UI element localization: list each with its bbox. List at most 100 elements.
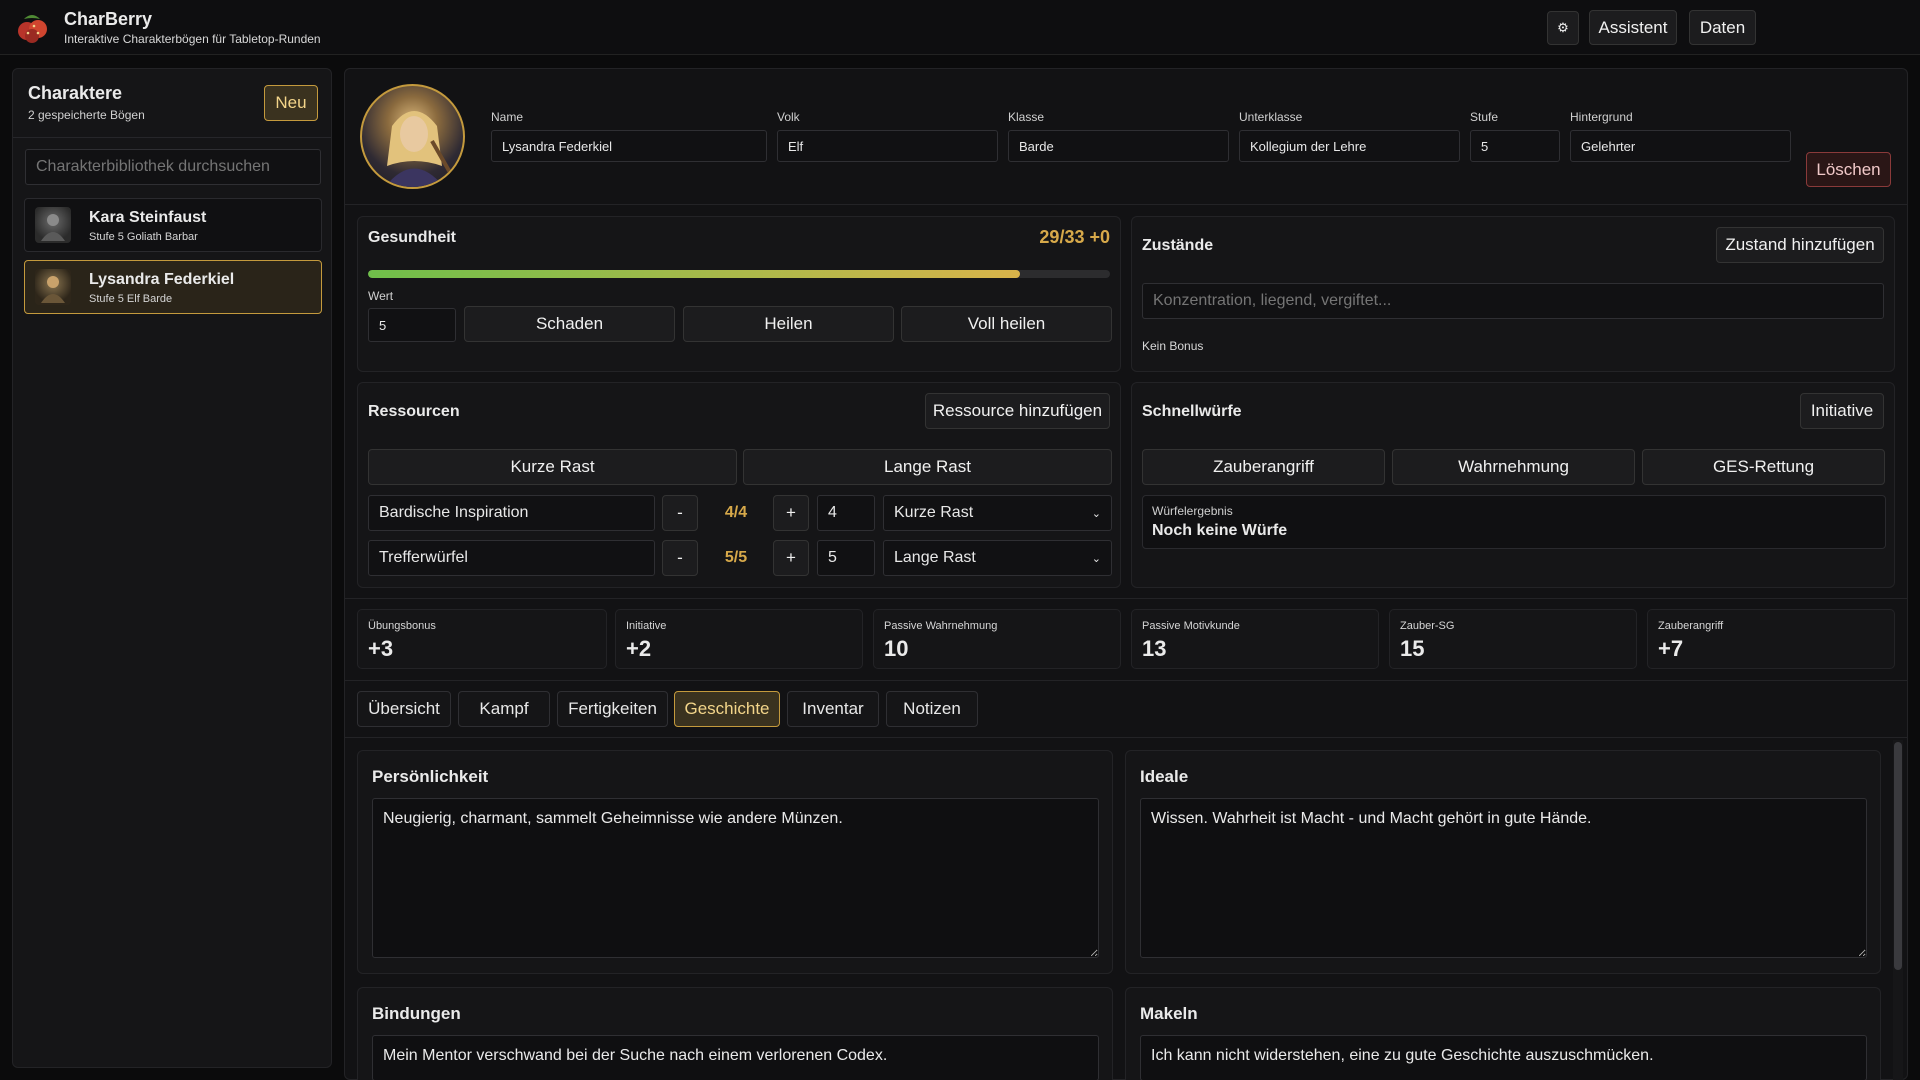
stat-value: +7 <box>1658 636 1684 661</box>
heal-button[interactable]: Heilen <box>683 306 894 342</box>
dex-save-roll-button[interactable]: GES-Rettung <box>1642 449 1885 485</box>
character-card-lysandra[interactable]: Lysandra Federkiel Stufe 5 Elf Barde <box>24 260 322 314</box>
resource-increment-button[interactable]: + <box>773 540 809 576</box>
initiative-roll-button[interactable]: Initiative <box>1800 393 1884 429</box>
data-button[interactable]: Daten <box>1689 10 1756 45</box>
library-search-input[interactable] <box>25 149 321 185</box>
sidebar-title: Charaktere <box>28 83 123 103</box>
resources-title: Ressourcen <box>368 403 460 420</box>
assistant-button[interactable]: Assistent <box>1589 10 1677 45</box>
avatar <box>35 269 71 305</box>
field-label-background: Hintergrund <box>1570 110 1633 124</box>
health-title: Gesundheit <box>368 229 457 246</box>
resource-decrement-button[interactable]: - <box>662 540 698 576</box>
resource-reset-select[interactable]: Lange Rast ⌄ <box>883 540 1112 576</box>
health-bar <box>368 270 1110 278</box>
ideals-textarea[interactable]: Wissen. Wahrheit ist Macht - und Macht g… <box>1140 798 1867 958</box>
ideals-title: Ideale <box>1140 767 1189 786</box>
resource-count: 5/5 <box>724 549 748 566</box>
content-scrollbar[interactable] <box>1893 740 1903 1080</box>
stat-initiative: Initiative +2 <box>615 609 863 669</box>
full-heal-button[interactable]: Voll heilen <box>901 306 1112 342</box>
conditions-input[interactable] <box>1142 283 1884 319</box>
short-rest-button[interactable]: Kurze Rast <box>368 449 737 485</box>
resource-decrement-button[interactable]: - <box>662 495 698 531</box>
tab-overview[interactable]: Übersicht <box>357 691 451 727</box>
delete-button[interactable]: Löschen <box>1806 152 1891 187</box>
stat-label: Initiative <box>626 620 667 632</box>
stat-value: +2 <box>626 636 652 661</box>
sidebar-count: 2 gespeicherte Bögen <box>28 108 145 122</box>
stat-spell-attack: Zauberangriff +7 <box>1647 609 1895 669</box>
character-name: Kara Steinfaust <box>89 209 207 226</box>
app-header: CharBerry Interaktive Charakterbögen für… <box>0 0 1920 55</box>
stat-value: 15 <box>1400 636 1425 661</box>
field-label-race: Volk <box>777 110 800 124</box>
scrollbar-thumb[interactable] <box>1894 742 1902 970</box>
character-desc: Stufe 5 Goliath Barbar <box>89 231 198 243</box>
damage-button[interactable]: Schaden <box>464 306 675 342</box>
ideals-card: Ideale Wissen. Wahrheit ist Macht - und … <box>1125 750 1881 974</box>
add-resource-button[interactable]: Ressource hinzufügen <box>925 393 1110 429</box>
resource-name-input[interactable] <box>368 540 655 576</box>
tab-skills[interactable]: Fertigkeiten <box>557 691 668 727</box>
bonds-card: Bindungen Mein Mentor verschwand bei der… <box>357 987 1113 1080</box>
tab-story[interactable]: Geschichte <box>674 691 780 727</box>
conditions-panel: Zustände Zustand hinzufügen Kein Bonus <box>1131 216 1895 372</box>
name-field[interactable] <box>491 130 767 162</box>
spell-attack-roll-button[interactable]: Zauberangriff <box>1142 449 1385 485</box>
background-field[interactable] <box>1570 130 1791 162</box>
subclass-field[interactable] <box>1239 130 1460 162</box>
bonds-textarea[interactable]: Mein Mentor verschwand bei der Suche nac… <box>372 1035 1099 1080</box>
stat-value: 13 <box>1142 636 1167 661</box>
long-rest-button[interactable]: Lange Rast <box>743 449 1112 485</box>
app-name: CharBerry <box>64 9 153 29</box>
avatar <box>35 207 71 243</box>
tab-inventory[interactable]: Inventar <box>787 691 879 727</box>
stats-divider-top <box>345 598 1907 599</box>
tab-notes[interactable]: Notizen <box>886 691 978 727</box>
tab-combat[interactable]: Kampf <box>458 691 550 727</box>
app-logo <box>14 9 50 45</box>
character-card-kara[interactable]: Kara Steinfaust Stufe 5 Goliath Barbar <box>24 198 322 252</box>
app-subtitle: Interaktive Charakterbögen für Tabletop-… <box>64 32 321 46</box>
flaws-title: Makeln <box>1140 1004 1198 1023</box>
perception-roll-button[interactable]: Wahrnehmung <box>1392 449 1635 485</box>
field-label-level: Stufe <box>1470 110 1499 124</box>
personality-textarea[interactable]: Neugierig, charmant, sammelt Geheimnisse… <box>372 798 1099 958</box>
new-character-button[interactable]: Neu <box>264 85 318 121</box>
field-label-class: Klasse <box>1008 110 1045 124</box>
add-condition-button[interactable]: Zustand hinzufügen <box>1716 227 1884 263</box>
character-name: Lysandra Federkiel <box>89 271 235 288</box>
health-bar-fill <box>368 270 1021 278</box>
chevron-down-icon: ⌄ <box>1091 507 1101 520</box>
resource-max-input[interactable] <box>817 540 875 576</box>
resources-panel: Ressourcen Ressource hinzufügen Kurze Ra… <box>357 382 1121 588</box>
stat-value: +3 <box>368 636 394 661</box>
level-field[interactable] <box>1470 130 1560 162</box>
health-display: 29/33 +0 <box>1039 227 1110 247</box>
stat-passive-perception: Passive Wahrnehmung 10 <box>873 609 1121 669</box>
character-portrait <box>360 84 465 189</box>
resource-reset-value: Lange Rast <box>894 549 976 566</box>
stat-label: Zauber-SG <box>1400 620 1455 632</box>
health-value-input[interactable] <box>368 308 456 342</box>
race-field[interactable] <box>777 130 998 162</box>
resource-name-input[interactable] <box>368 495 655 531</box>
bonds-title: Bindungen <box>372 1004 461 1023</box>
resource-increment-button[interactable]: + <box>773 495 809 531</box>
personality-title: Persönlichkeit <box>372 767 489 786</box>
resource-max-input[interactable] <box>817 495 875 531</box>
stat-spell-dc: Zauber-SG 15 <box>1389 609 1637 669</box>
class-field[interactable] <box>1008 130 1229 162</box>
flaws-textarea[interactable]: Ich kann nicht widerstehen, eine zu gute… <box>1140 1035 1867 1080</box>
resource-count: 4/4 <box>724 504 748 521</box>
roll-result-value: Noch keine Würfe <box>1152 522 1288 539</box>
sidebar: Charaktere 2 gespeicherte Bögen Neu Kara… <box>12 68 332 1068</box>
settings-button[interactable]: ⚙ <box>1547 11 1579 45</box>
stat-label: Zauberangriff <box>1658 620 1724 632</box>
resource-reset-select[interactable]: Kurze Rast ⌄ <box>883 495 1112 531</box>
character-desc: Stufe 5 Elf Barde <box>89 293 173 305</box>
stat-proficiency: Übungsbonus +3 <box>357 609 607 669</box>
value-label: Wert <box>368 289 394 303</box>
